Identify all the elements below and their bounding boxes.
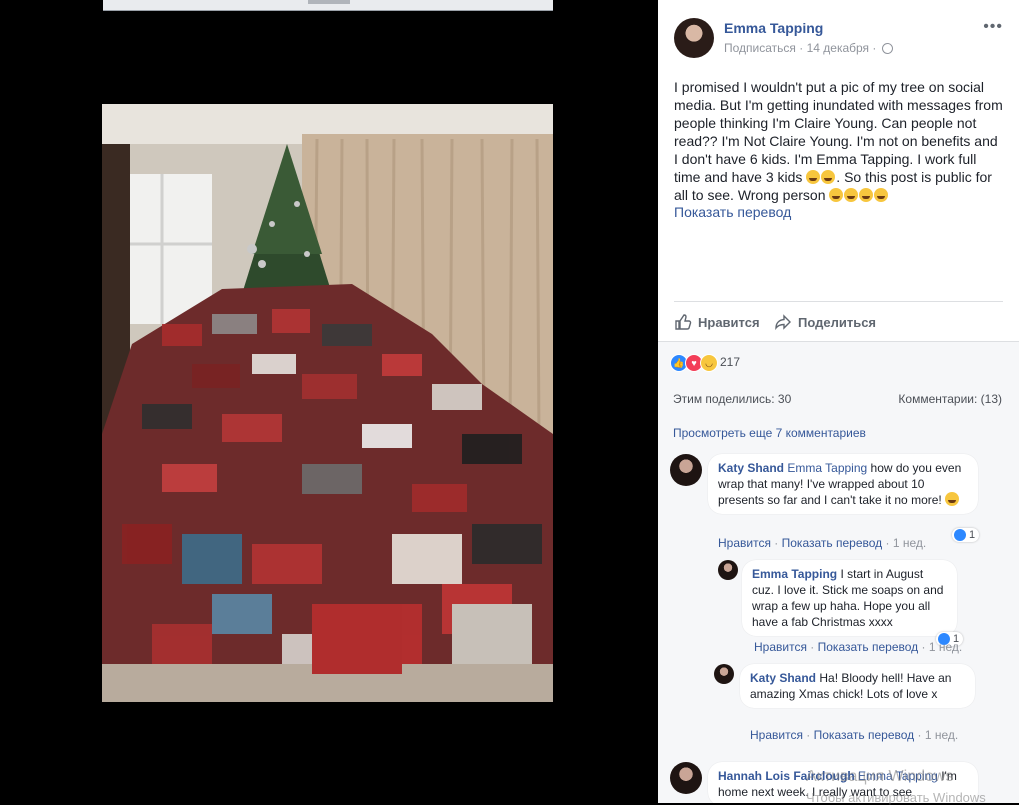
comment-bubble: Emma Tapping I start in August cuz. I lo… <box>742 560 957 636</box>
follow-link[interactable]: Подписаться <box>724 41 796 55</box>
post-side-panel: Emma Tapping Подписаться · 14 декабря · … <box>658 0 1019 803</box>
view-more-comments[interactable]: Просмотреть еще 7 комментариев <box>673 426 866 440</box>
more-icon[interactable]: ••• <box>983 18 1003 36</box>
comment-translate-link[interactable]: Показать перевод <box>782 536 883 550</box>
laugh-emoji-icon <box>829 188 844 202</box>
share-icon <box>775 314 791 331</box>
laugh-emoji-icon <box>844 188 859 202</box>
share-label: Поделиться <box>798 314 877 330</box>
globe-icon <box>881 43 893 55</box>
comment-author[interactable]: Katy Shand <box>718 461 784 475</box>
comment-author[interactable]: Emma Tapping <box>752 567 837 581</box>
meta-separator: · <box>799 41 807 55</box>
comments-count[interactable]: Комментарии: (13) <box>898 392 1002 406</box>
laugh-emoji-icon <box>806 170 821 184</box>
post-photo[interactable] <box>102 104 553 702</box>
comment-actions: Нравится · Показать перевод · 1 нед. <box>718 536 927 550</box>
laugh-emoji-icon <box>945 492 960 506</box>
divider <box>674 301 1003 302</box>
comment-mention[interactable]: Emma Tapping <box>787 461 867 475</box>
avatar[interactable] <box>670 762 702 794</box>
comment-bubble: Katy Shand Ha! Bloody hell! Have an amaz… <box>740 664 975 708</box>
like-label: Нравится <box>698 314 760 330</box>
laugh-emoji-icon <box>859 188 874 202</box>
comment-reply: Katy Shand Ha! Bloody hell! Have an amaz… <box>714 664 1009 754</box>
laugh-emoji-icon <box>874 188 889 202</box>
comment-author[interactable]: Katy Shand <box>750 671 816 685</box>
comment-like-link[interactable]: Нравится <box>718 536 771 550</box>
show-translation-link[interactable]: Показать перевод <box>674 204 791 220</box>
reaction-icons[interactable]: 👍 ♥ ◡ <box>670 354 718 372</box>
comment-time[interactable]: 1 нед. <box>893 536 926 550</box>
lightbox-stage <box>0 0 658 803</box>
like-icon <box>954 529 966 541</box>
comment-translate-link[interactable]: Показать перевод <box>814 728 915 742</box>
avatar[interactable] <box>718 560 738 580</box>
post-meta: Подписаться · 14 декабря · <box>724 41 893 55</box>
windows-activation-watermark: Активация Windows <box>806 768 954 785</box>
comment-like-badge[interactable]: 1 <box>952 528 980 542</box>
reaction-count[interactable]: 217 <box>720 355 740 369</box>
previous-photo-strip[interactable] <box>103 0 553 11</box>
like-button[interactable]: Нравится <box>674 313 760 331</box>
comment-time[interactable]: 1 нед. <box>929 640 962 654</box>
share-button[interactable]: Поделиться <box>774 313 876 331</box>
comment-translate-link[interactable]: Показать перевод <box>818 640 919 654</box>
comment-bubble: Katy Shand Emma Tapping how do you even … <box>708 454 978 514</box>
comment-actions: Нравится · Показать перевод · 1 нед. <box>754 640 963 654</box>
shares-count[interactable]: Этим поделились: 30 <box>673 392 791 406</box>
meta-separator-2: · <box>872 41 880 55</box>
comment: Katy Shand Emma Tapping how do you even … <box>670 454 1010 554</box>
like-icon <box>675 314 692 330</box>
comment-like-link[interactable]: Нравится <box>754 640 807 654</box>
comment-like-count: 1 <box>969 529 976 541</box>
reaction-haha-icon: ◡ <box>700 354 718 372</box>
strip-handle <box>308 0 350 4</box>
avatar[interactable] <box>714 664 734 684</box>
comment-actions: Нравится · Показать перевод · 1 нед. <box>750 728 959 742</box>
feedback-section: 👍 ♥ ◡ 217 Этим поделились: 30 Комментари… <box>658 341 1019 803</box>
comment-like-link[interactable]: Нравится <box>750 728 803 742</box>
laugh-emoji-icon <box>821 170 836 184</box>
post-text: I promised I wouldn't put a pic of my tr… <box>674 78 1004 204</box>
comment-time[interactable]: 1 нед. <box>925 728 958 742</box>
post-author[interactable]: Emma Tapping <box>724 20 823 36</box>
comment-reply: Emma Tapping I start in August cuz. I lo… <box>718 560 1013 660</box>
post-date[interactable]: 14 декабря <box>807 41 869 55</box>
avatar[interactable] <box>670 454 702 486</box>
author-avatar[interactable] <box>674 18 714 58</box>
